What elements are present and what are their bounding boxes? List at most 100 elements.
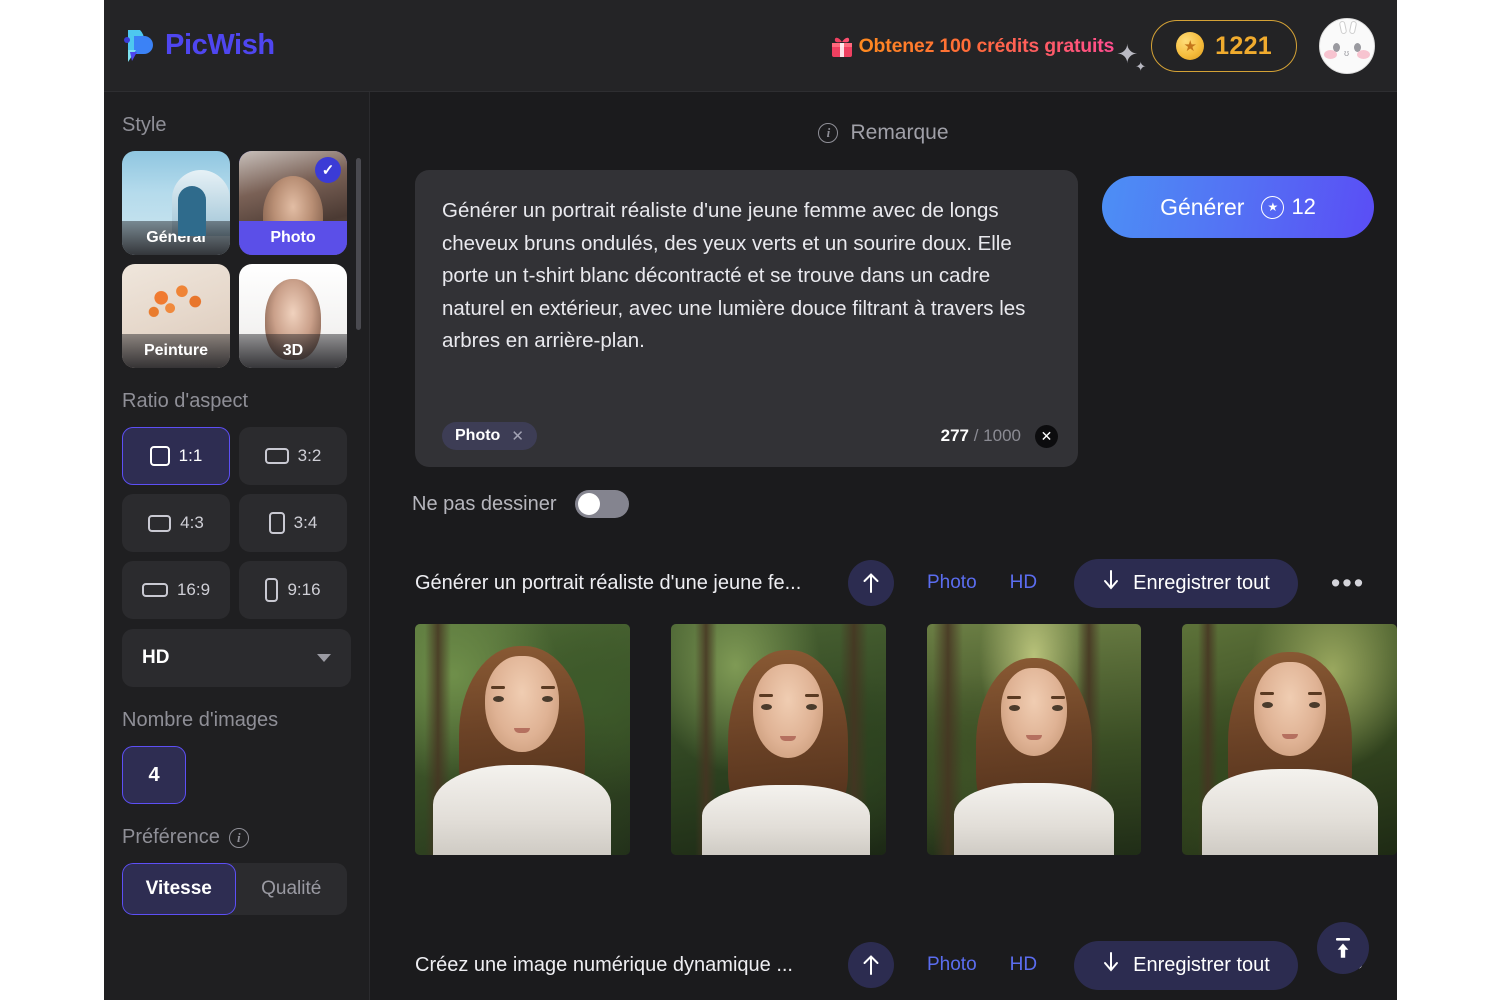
result-tag-quality[interactable]: HD [1010,954,1037,976]
brand-logo[interactable]: PicWish [120,28,275,64]
ratio-grid: 1:1 3:2 4:3 3:4 16:9 9:16 [122,427,351,619]
portrait-eye-right [1051,705,1063,711]
arrow-up-icon[interactable] [848,560,894,606]
portrait-eye-left [1008,705,1020,711]
preference-option-vitesse[interactable]: Vitesse [122,863,236,915]
style-card-photo[interactable]: ✓ Photo [239,151,347,255]
result-title: Créez une image numérique dynamique ... [415,953,793,976]
result-tag-style[interactable]: Photo [927,572,977,594]
free-credits-promo[interactable]: Obtenez 100 crédits gratuits ✦ ✦ [829,33,1146,74]
result-tag-style[interactable]: Photo [927,954,977,976]
star-coin-icon: ★ [1261,195,1285,219]
quality-dropdown[interactable]: HD [122,629,351,687]
rect-tall-icon [265,578,279,602]
scroll-to-top-icon[interactable] [1317,922,1369,974]
style-card-peinture[interactable]: Peinture [122,264,230,368]
result-header: Créez une image numérique dynamique ... … [370,939,1397,991]
image-count-button[interactable]: 4 [122,746,186,804]
portrait-brow-left [1006,696,1021,699]
portrait-shirt [1201,769,1378,855]
toggle-knob [577,493,600,515]
avatar-ear-left-icon [1338,20,1348,35]
portrait-mouth [1281,734,1298,739]
more-horizontal-icon[interactable]: ••• [1331,568,1365,599]
portrait-brow-right [541,686,555,689]
result-thumbnail[interactable] [415,624,630,855]
prompt-text[interactable]: Générer un portrait réaliste d'une jeune… [442,195,1051,358]
char-limit: / 1000 [973,426,1021,445]
ratio-label: 16:9 [176,580,211,599]
ratio-label: 4:3 [180,513,204,532]
ratio-button-4-3[interactable]: 4:3 [122,494,230,552]
preference-label: Préférence [122,826,220,848]
portrait-brow-right [1308,692,1323,695]
arrow-up-icon[interactable] [848,942,894,988]
result-tag-quality[interactable]: HD [1010,572,1037,594]
style-card-3d[interactable]: 3D [239,264,347,368]
portrait-brow-right [804,694,819,697]
portrait-eye-right [542,696,553,702]
download-icon [1102,569,1120,597]
ratio-button-16-9[interactable]: 16:9 [122,561,230,619]
result-thumbnail[interactable] [1182,624,1397,855]
style-card-general[interactable]: Général [122,151,230,255]
avatar-cheek-right-icon [1357,50,1370,59]
ratio-label: 9:16 [287,580,321,599]
preference-option-label: Qualité [261,878,322,899]
save-all-button[interactable]: Enregistrer tout [1074,558,1298,608]
style-grid: Général ✓ Photo Peinture 3D [122,151,351,368]
settings-sidebar[interactable]: Style Général ✓ Photo Peinture 3D Ratio … [104,92,370,1000]
close-icon[interactable]: ✕ [511,427,524,445]
ratio-button-3-2[interactable]: 3:2 [239,427,347,485]
style-label: Photo [239,221,347,255]
save-all-button[interactable]: Enregistrer tout [1074,940,1298,990]
result-thumbnail[interactable] [670,624,886,855]
picwish-logo-icon [120,28,154,64]
coin-star-icon: ★ [1176,32,1205,60]
portrait-brow-right [1050,696,1065,699]
rect-landscape-icon [264,448,289,464]
brand-name: PicWish [165,29,275,61]
ratio-button-3-4[interactable]: 3:4 [239,494,347,552]
style-label: Peinture [122,334,230,368]
portrait-eye-left [760,704,772,710]
result-thumbnail[interactable] [926,624,1142,855]
sparkle-small-icon: ✦ [1135,59,1147,74]
portrait-mouth [1025,735,1042,740]
generate-cost: 12 [1291,194,1316,219]
rect-landscape-icon [148,514,172,532]
check-icon: ✓ [315,157,341,183]
style-section-label: Style [122,114,167,136]
result-block-1: Générer un portrait réaliste d'une jeune… [370,557,1397,855]
ratio-button-9-16[interactable]: 9:16 [239,561,347,619]
rect-wide-icon [141,583,168,597]
info-icon[interactable]: i [228,827,249,848]
prompt-input-box[interactable]: Générer un portrait réaliste d'une jeune… [415,170,1078,467]
result-header: Générer un portrait réaliste d'une jeune… [370,557,1397,609]
preference-option-label: Vitesse [145,878,212,899]
generate-cost-group: ★ 12 [1261,194,1316,220]
style-label: 3D [239,334,347,368]
no-draw-toggle[interactable] [574,490,629,518]
preference-toggle: Vitesse Qualité [122,863,347,915]
preference-option-qualite[interactable]: Qualité [236,863,348,915]
ratio-section-label: Ratio d'aspect [122,390,249,412]
remarque-row[interactable]: i Remarque [370,121,1397,145]
avatar[interactable]: ʊ [1319,18,1375,74]
result-thumbnail-row [370,624,1397,855]
portrait-shirt [433,765,612,855]
sidebar-scrollbar[interactable] [356,158,361,330]
generate-button[interactable]: Générer ★ 12 [1102,176,1374,238]
clear-circle-icon[interactable]: ✕ [1035,424,1058,448]
download-icon [1102,951,1120,979]
char-counter: 277 / 1000 ✕ [941,424,1058,448]
portrait-mouth [780,736,797,741]
portrait-brow-left [1260,692,1275,695]
info-icon: i [818,123,839,143]
ratio-button-1-1[interactable]: 1:1 [122,427,230,485]
credits-balance[interactable]: ★ 1221 [1151,20,1297,72]
rect-portrait-icon [268,512,285,534]
result-block-2: Créez une image numérique dynamique ... … [370,939,1397,991]
remarque-label: Remarque [850,121,949,144]
prompt-style-tag[interactable]: Photo ✕ [442,422,537,450]
